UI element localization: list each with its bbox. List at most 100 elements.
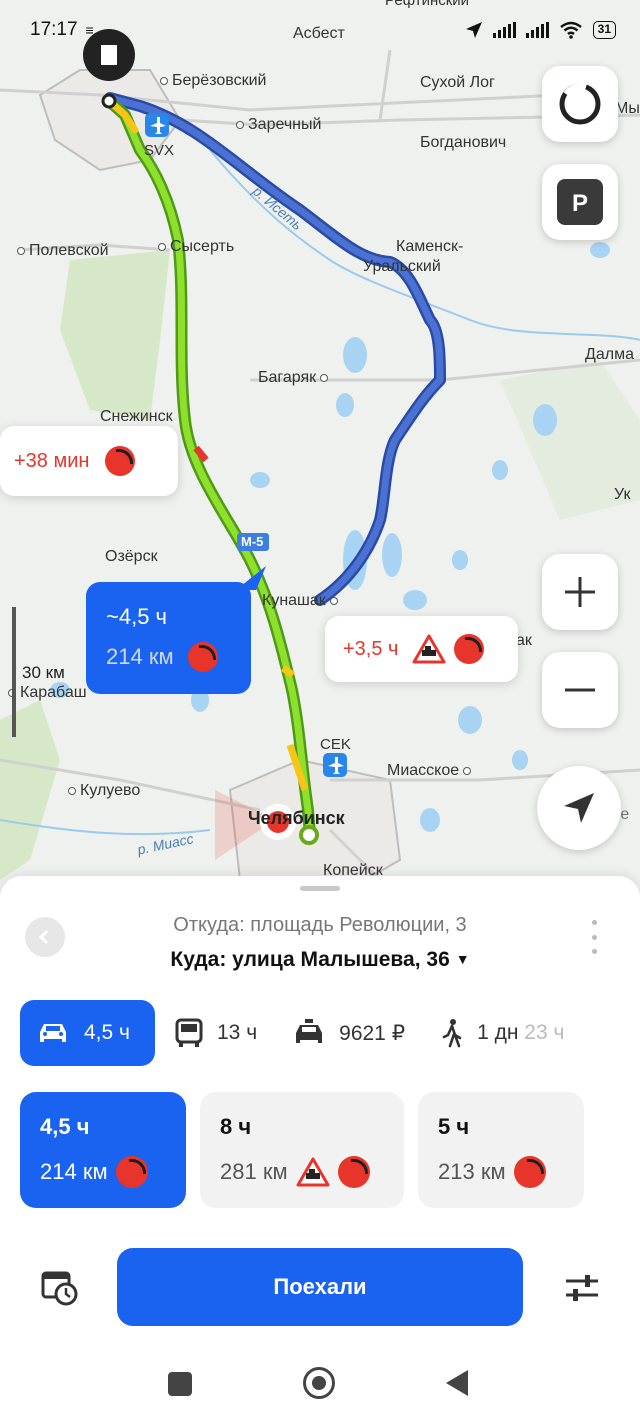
place-beryozovsky: Берёзовский	[160, 72, 266, 90]
place-kamensk-2: Уральский	[363, 258, 441, 275]
place-myshkino: Мыш	[615, 100, 640, 117]
map-view[interactable]: Рефтинский Асбест Берёзовский Сухой Лог …	[0, 0, 640, 900]
zoom-out-button[interactable]	[542, 652, 618, 728]
mode-walk[interactable]: 1 дн 23 ч	[441, 1000, 564, 1066]
place-dalmatovo: Далма	[585, 346, 634, 363]
bus-icon	[175, 1018, 203, 1048]
place-chelyabinsk: Челябинск	[248, 808, 345, 828]
battery-indicator: 31	[592, 21, 616, 39]
sheet-grabber[interactable]	[300, 886, 340, 891]
alice-icon	[559, 83, 601, 125]
mode-transit-time: 13 ч	[217, 1021, 258, 1044]
place-karabash: Карабаш	[8, 684, 87, 702]
traffic-icon	[187, 642, 218, 672]
more-options-button[interactable]	[586, 920, 602, 954]
go-button[interactable]: Поехали	[117, 1248, 523, 1326]
caret-down-icon: ▼	[455, 951, 470, 967]
system-nav-bar	[0, 1356, 640, 1423]
mode-car[interactable]: 4,5 ч	[20, 1000, 155, 1066]
status-bar: 17:17 ≡ 31	[0, 0, 640, 60]
place-bogdanovich: Богданович	[420, 134, 507, 151]
wifi-icon	[559, 21, 582, 39]
mode-car-time: 4,5 ч	[84, 1021, 130, 1044]
layers-status-icon: ≡	[85, 22, 94, 38]
sliders-icon	[566, 1275, 598, 1301]
place-kunashak: Кунашак	[262, 592, 338, 610]
route-bubble-plus35[interactable]: +3,5 ч	[325, 616, 518, 682]
route-from[interactable]: Откуда: площадь Революции, 3	[0, 914, 640, 937]
recents-button[interactable]	[168, 1372, 192, 1396]
place-kamensk-1: Каменск-	[396, 238, 464, 255]
traffic-icon	[454, 634, 485, 664]
route-variant-time: 8 ч	[220, 1114, 252, 1139]
map-scale-label: 30 км	[22, 663, 65, 682]
navigation-status-icon	[465, 22, 482, 38]
zoom-in-button[interactable]	[542, 554, 618, 630]
route-to-text: Куда: улица Малышева, 36	[170, 948, 450, 971]
place-snezhinsk: Снежинск	[100, 408, 173, 425]
alice-assistant-button[interactable]	[542, 66, 618, 142]
route-variant-distance: 213 км	[438, 1159, 506, 1184]
map-scale-bar	[12, 607, 16, 737]
system-back-button[interactable]	[446, 1370, 468, 1396]
place-miasskoe: Миасское	[387, 762, 471, 780]
plus-icon	[565, 577, 595, 607]
mode-taxi[interactable]: 9621 ₽	[293, 1000, 405, 1066]
route-variant-1[interactable]: 4,5 ч 214 км	[20, 1092, 186, 1208]
route-settings-button[interactable]	[562, 1270, 602, 1306]
place-zarechny: Заречный	[236, 116, 321, 134]
car-icon	[36, 1020, 70, 1046]
route-variants: 4,5 ч 214 км 8 ч 281 км 5 ч 213 км	[20, 1092, 584, 1208]
route-variant-distance: 214 км	[40, 1159, 108, 1184]
traffic-icon	[105, 446, 136, 476]
mode-walk-days: 1 дн	[477, 1021, 519, 1044]
departure-time-button[interactable]	[40, 1268, 78, 1306]
location-arrow-icon	[564, 793, 594, 823]
route-bubble-main-dist: 214 км	[106, 644, 174, 669]
svg-text:P: P	[572, 190, 588, 217]
parking-icon: P	[557, 179, 603, 225]
bubble-pointer	[236, 566, 266, 590]
cell-signal-2-icon	[525, 22, 549, 38]
calendar-clock-icon	[41, 1271, 78, 1306]
place-bagaryak: Багаряк	[258, 369, 328, 387]
traffic-icon	[337, 1156, 370, 1188]
place-uk: Ук	[614, 486, 631, 503]
place-polevskoy: Полевской	[17, 242, 109, 260]
route-variant-distance: 281 км	[220, 1159, 288, 1184]
taxi-icon	[293, 1019, 325, 1047]
route-bubble-main[interactable]: ~4,5 ч 214 км	[86, 582, 251, 694]
road-works-icon	[296, 1157, 330, 1187]
route-variant-3[interactable]: 5 ч 213 км	[418, 1092, 584, 1208]
route-to[interactable]: Куда: улица Малышева, 36 ▼	[0, 948, 640, 972]
mode-transit[interactable]: 13 ч	[175, 1000, 257, 1066]
place-cek: CEK	[320, 736, 351, 753]
place-kulevo: Кулуево	[68, 782, 140, 800]
route-bubble-plus35-text: +3,5 ч	[343, 637, 399, 660]
cell-signal-1-icon	[492, 22, 516, 38]
place-sysert: Сысерть	[158, 238, 234, 256]
route-bubble-plus38[interactable]: +38 мин	[0, 426, 178, 496]
mode-taxi-price: 9621 ₽	[339, 1021, 406, 1045]
mode-walk-hours: 23 ч	[524, 1021, 565, 1044]
home-button[interactable]	[303, 1367, 335, 1399]
traffic-icon	[513, 1156, 546, 1188]
route-variant-2[interactable]: 8 ч 281 км	[200, 1092, 404, 1208]
route-variant-time: 5 ч	[438, 1114, 470, 1139]
parking-button[interactable]: P	[542, 164, 618, 240]
pedestrian-icon	[441, 1018, 463, 1048]
my-location-button[interactable]	[537, 766, 621, 850]
route-bubble-plus38-text: +38 мин	[14, 449, 90, 472]
route-sheet: Откуда: площадь Революции, 3 Куда: улица…	[0, 876, 640, 1423]
place-sukhoi-log: Сухой Лог	[420, 74, 495, 91]
place-svx: SVX	[144, 142, 175, 159]
highway-m5-label: M-5	[241, 534, 264, 549]
transport-modes: 4,5 ч 13 ч 9621 ₽ 1 дн 23 ч	[20, 1000, 640, 1066]
place-ozersk: Озёрск	[105, 548, 158, 565]
minus-icon	[565, 688, 595, 692]
route-bubble-main-time: ~4,5 ч	[106, 604, 168, 629]
status-time: 17:17	[30, 19, 78, 40]
traffic-icon	[115, 1156, 148, 1188]
place-ak: ак	[516, 632, 532, 649]
route-variant-time: 4,5 ч	[40, 1114, 90, 1139]
